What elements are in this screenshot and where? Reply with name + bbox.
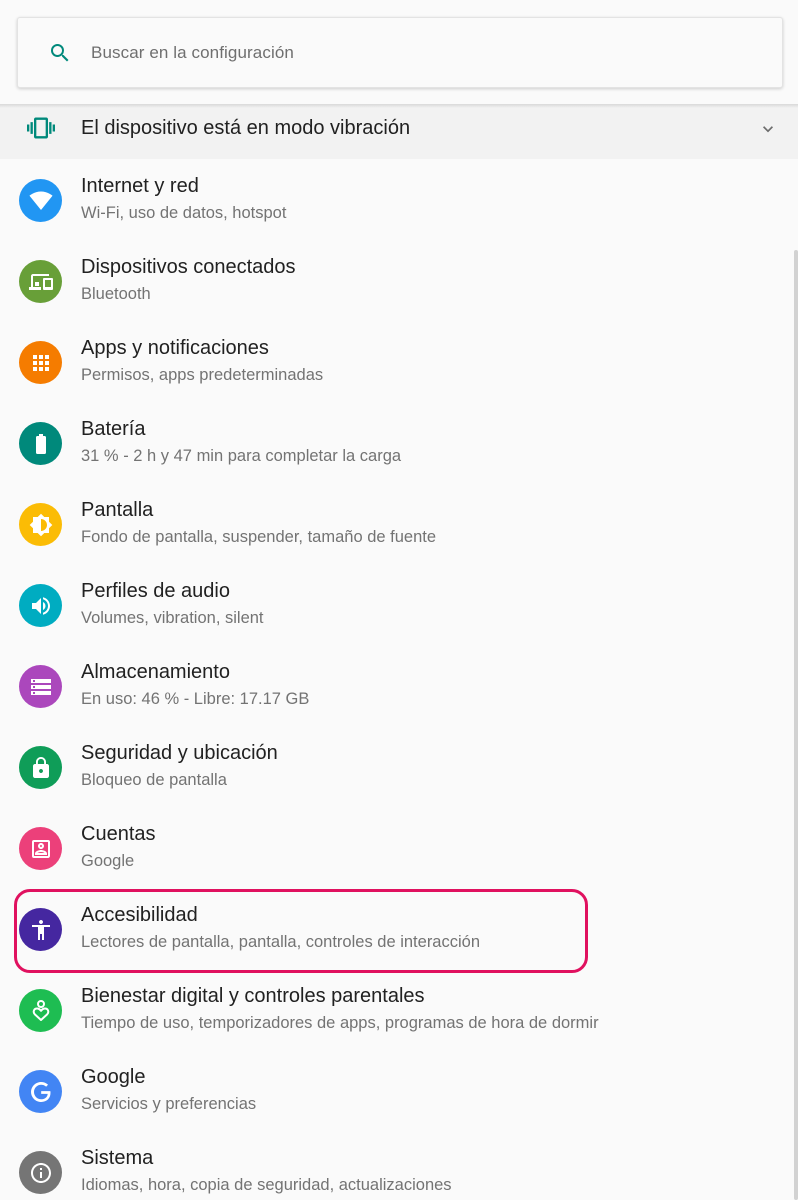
scrollbar[interactable] <box>794 250 798 1200</box>
suggestion-text: El dispositivo está en modo vibración <box>81 117 411 139</box>
settings-item-cuentas[interactable]: Cuentas Google <box>0 808 794 889</box>
settings-item-title: Cuentas <box>81 823 156 845</box>
settings-item-subtitle: Fondo de pantalla, suspender, tamaño de … <box>81 528 437 546</box>
vibrate-mode-suggestion[interactable]: El dispositivo está en modo vibración <box>0 104 798 159</box>
settings-item-subtitle: Idiomas, hora, copia de seguridad, actua… <box>81 1176 452 1194</box>
chevron-down-icon[interactable] <box>758 119 778 139</box>
account-icon <box>19 827 62 870</box>
settings-item-sistema[interactable]: Sistema Idiomas, hora, copia de seguridad… <box>0 1132 794 1200</box>
settings-item-apps-y-notificaciones[interactable]: Apps y notificaciones Permisos, apps pred… <box>0 322 794 403</box>
settings-item-bienestar-digital-y-controles-parentales[interactable]: Bienestar digital y controles parentales… <box>0 970 794 1051</box>
settings-item-title: Perfiles de audio <box>81 580 230 602</box>
settings-item-title: Google <box>81 1066 146 1088</box>
settings-item-pantalla[interactable]: Pantalla Fondo de pantalla, suspender, ta… <box>0 484 794 565</box>
settings-item-subtitle: Bluetooth <box>81 285 151 303</box>
settings-item-title: Almacenamiento <box>81 661 230 683</box>
settings-item-title: Accesibilidad <box>81 904 198 926</box>
volume-icon <box>19 584 62 627</box>
settings-item-seguridad-y-ubicacion[interactable]: Seguridad y ubicación Bloqueo de pantalla <box>0 727 794 808</box>
devices-icon <box>19 260 62 303</box>
toolbar-shadow <box>0 104 798 108</box>
settings-item-subtitle: Google <box>81 852 135 870</box>
search-placeholder: Buscar en la configuración <box>91 43 294 62</box>
settings-item-title: Batería <box>81 418 146 440</box>
settings-item-accesibilidad[interactable]: Accesibilidad Lectores de pantalla, panta… <box>0 889 794 970</box>
battery-icon <box>19 422 62 465</box>
settings-screen: Buscar en la configuración El dispositiv… <box>0 0 798 1200</box>
settings-item-subtitle: Volumes, vibration, silent <box>81 609 264 627</box>
settings-item-title: Pantalla <box>81 499 154 521</box>
brightness-icon <box>19 503 62 546</box>
search-input[interactable]: Buscar en la configuración <box>17 17 783 88</box>
settings-item-subtitle: Permisos, apps predeterminadas <box>81 366 324 384</box>
settings-item-title: Bienestar digital y controles parentales <box>81 985 425 1007</box>
settings-item-title: Apps y notificaciones <box>81 337 269 359</box>
settings-item-subtitle: Bloqueo de pantalla <box>81 771 227 789</box>
settings-item-subtitle: Wi-Fi, uso de datos, hotspot <box>81 204 287 222</box>
wifi-icon <box>19 179 62 222</box>
settings-item-subtitle: Servicios y preferencias <box>81 1095 257 1113</box>
settings-item-title: Seguridad y ubicación <box>81 742 278 764</box>
wellbeing-heart-icon <box>19 989 62 1032</box>
settings-item-internet-y-red[interactable]: Internet y red Wi-Fi, uso de datos, hotsp… <box>0 160 794 241</box>
info-icon <box>19 1151 62 1194</box>
settings-item-subtitle: 31 % - 2 h y 47 min para completar la ca… <box>81 447 402 465</box>
apps-grid-icon <box>19 341 62 384</box>
accessibility-icon <box>19 908 62 951</box>
settings-item-bateria[interactable]: Batería 31 % - 2 h y 47 min para completa… <box>0 403 794 484</box>
settings-item-subtitle: Tiempo de uso, temporizadores de apps, p… <box>81 1014 599 1032</box>
settings-item-perfiles-de-audio[interactable]: Perfiles de audio Volumes, vibration, sil… <box>0 565 794 646</box>
settings-item-title: Sistema <box>81 1147 154 1169</box>
vibrate-icon <box>27 117 55 139</box>
settings-item-almacenamiento[interactable]: Almacenamiento En uso: 46 % - Libre: 17.1… <box>0 646 794 727</box>
search-icon <box>51 44 69 62</box>
storage-icon <box>19 665 62 708</box>
settings-item-title: Dispositivos conectados <box>81 256 296 278</box>
lock-icon <box>19 746 62 789</box>
settings-item-google[interactable]: Google Servicios y preferencias <box>0 1051 794 1132</box>
settings-item-title: Internet y red <box>81 175 199 197</box>
settings-item-subtitle: En uso: 46 % - Libre: 17.17 GB <box>81 690 310 708</box>
settings-item-dispositivos-conectados[interactable]: Dispositivos conectados Bluetooth <box>0 241 794 322</box>
settings-item-subtitle: Lectores de pantalla, pantalla, controle… <box>81 933 481 951</box>
google-g-icon <box>19 1070 62 1113</box>
